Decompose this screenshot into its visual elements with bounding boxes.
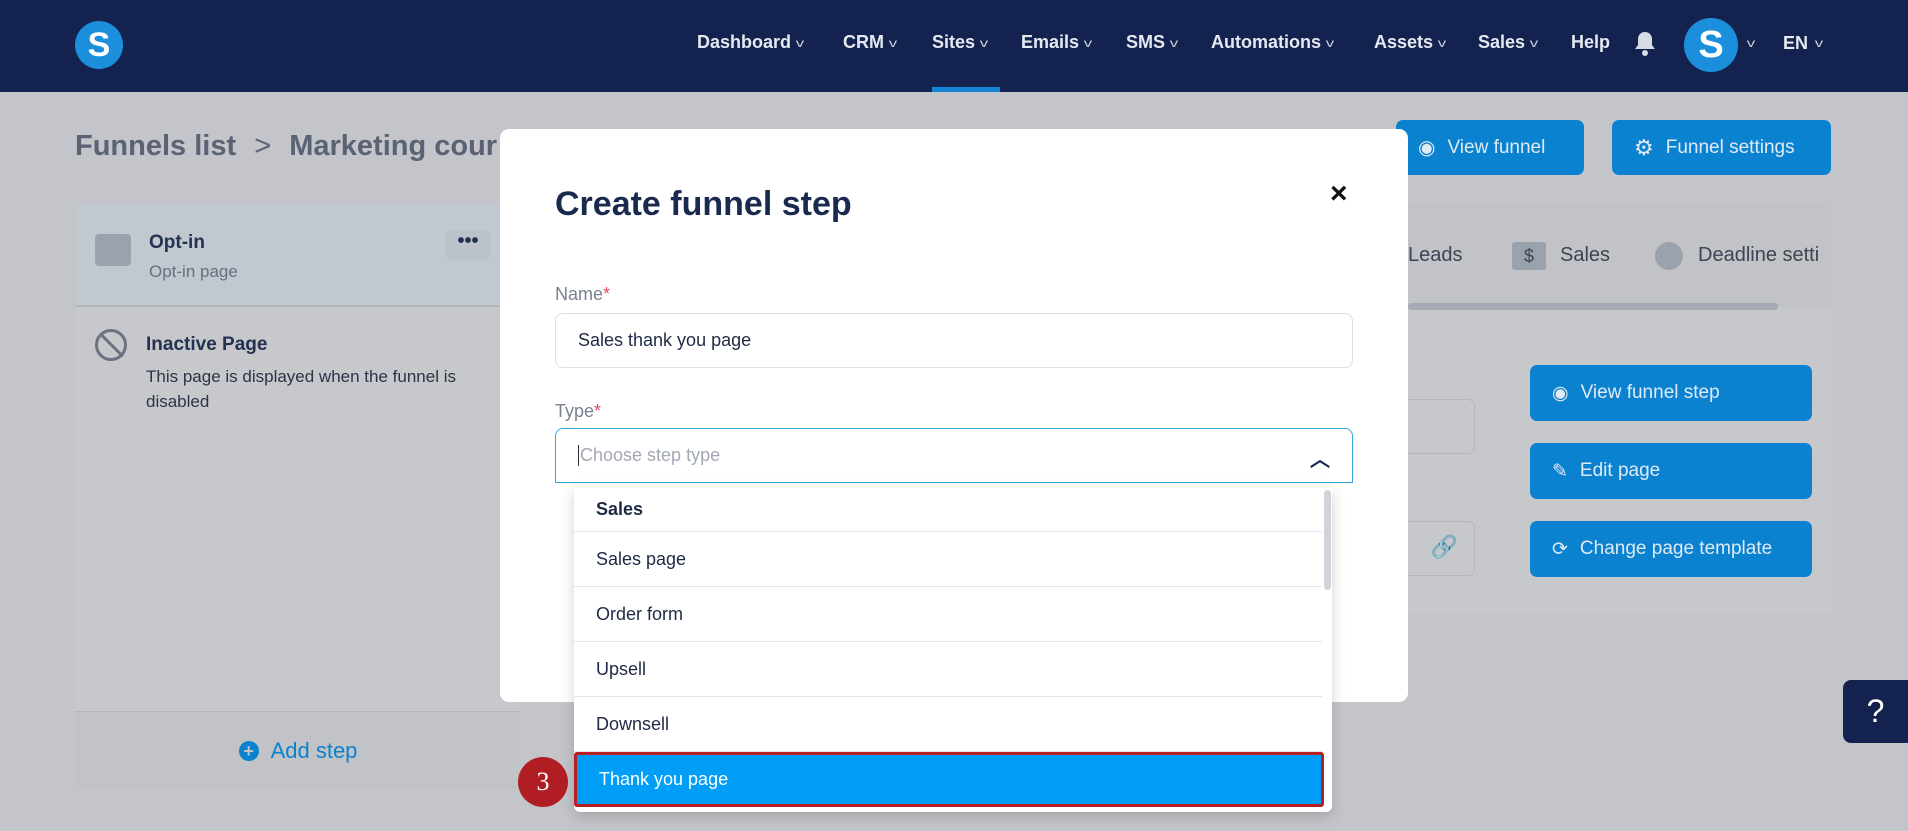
step-more-button[interactable]: ••• [445, 230, 491, 260]
dropdown-group-sales: Sales [574, 488, 1322, 532]
eye-icon: ◉ [1552, 382, 1569, 404]
dropdown-scrollbar[interactable] [1324, 490, 1331, 590]
inactive-icon [95, 329, 127, 361]
dollar-icon: $ [1512, 242, 1546, 270]
type-select[interactable]: Choose step type ︿ [555, 428, 1353, 483]
change-page-template-button[interactable]: ⟳ Change page template [1530, 521, 1812, 577]
tab-leads[interactable]: Leads [1408, 244, 1463, 267]
type-dropdown: Sales Sales page Order form Upsell Downs… [574, 488, 1332, 812]
modal-title: Create funnel step [555, 185, 852, 223]
inactive-page-title[interactable]: Inactive Page [146, 334, 267, 356]
eye-icon: ◉ [1418, 137, 1436, 159]
breadcrumb-separator: > [254, 130, 272, 162]
nav-label: Assets [1374, 32, 1434, 52]
top-navbar: S Dashboard v CRM v Sites v Emails v SMS v Automat… [0, 0, 1908, 92]
edit-page-button[interactable]: ✎ Edit page [1530, 443, 1812, 499]
chevron-down-icon: v [1529, 35, 1539, 50]
chevron-down-icon: v [1437, 35, 1447, 50]
name-input[interactable]: Sales thank you page [555, 313, 1353, 368]
language-selector[interactable]: EN [1783, 33, 1808, 54]
language-chevron-icon: v [1814, 36, 1824, 50]
tab-deadline-settings[interactable]: Deadline setti [1698, 244, 1819, 267]
funnel-settings-button[interactable]: ⚙ Funnel settings [1612, 120, 1831, 175]
nav-sales[interactable]: Sales v [1478, 32, 1539, 53]
chevron-down-icon: v [1083, 35, 1093, 50]
nav-label: CRM [843, 32, 884, 52]
plus-circle-icon: + [238, 740, 259, 761]
nav-dashboard[interactable]: Dashboard v [697, 32, 805, 53]
add-step-button[interactable]: + Add step [75, 711, 521, 789]
inactive-page-description: This page is displayed when the funnel i… [146, 367, 456, 411]
nav-assets[interactable]: Assets v [1374, 32, 1447, 53]
nav-sites[interactable]: Sites v [932, 32, 989, 53]
breadcrumb: Funnels list > Marketing cour [75, 130, 497, 163]
nav-label: Sales [1478, 32, 1526, 52]
active-nav-indicator [932, 87, 1000, 92]
nav-label: Automations [1211, 32, 1321, 52]
nav-label: Sites [932, 32, 976, 52]
nav-emails[interactable]: Emails v [1021, 32, 1093, 53]
option-order-form[interactable]: Order form [574, 587, 1322, 642]
nav-label: Help [1571, 32, 1611, 52]
step-subtitle: Opt-in page [149, 262, 238, 281]
nav-automations[interactable]: Automations v [1211, 32, 1335, 53]
chevron-down-icon: v [1169, 35, 1179, 50]
type-placeholder: Choose step type [578, 445, 721, 466]
annotation-badge: 3 [518, 757, 568, 807]
nav-sms[interactable]: SMS v [1126, 32, 1179, 53]
nav-help[interactable]: Help [1571, 32, 1610, 53]
avatar-chevron-icon[interactable]: v [1747, 36, 1755, 50]
close-icon[interactable]: × [1330, 177, 1348, 211]
name-label: Name* [555, 284, 611, 304]
option-upsell[interactable]: Upsell [574, 642, 1322, 697]
breadcrumb-current: Marketing cour [289, 130, 498, 162]
user-avatar[interactable]: S [1684, 18, 1738, 72]
nav-crm[interactable]: CRM v [843, 32, 898, 53]
edit-icon: ✎ [1552, 460, 1568, 482]
tabs-scrollbar[interactable] [1408, 303, 1778, 310]
view-funnel-button[interactable]: ◉ View funnel [1396, 120, 1584, 175]
chevron-down-icon: v [1325, 35, 1335, 50]
clock-icon [1655, 242, 1683, 270]
funnel-settings-label: Funnel settings [1665, 136, 1795, 158]
gear-icon: ⚙ [1634, 134, 1654, 160]
tabs-bar: Leads $ Sales Deadline setti [1408, 204, 1831, 310]
type-label: Type* [555, 401, 602, 421]
chevron-down-icon: v [795, 35, 805, 50]
view-funnel-label: View funnel [1447, 136, 1546, 158]
option-sales-page[interactable]: Sales page [574, 532, 1322, 587]
option-thank-you-page[interactable]: Thank you page [574, 752, 1324, 807]
edit-page-label: Edit page [1579, 460, 1661, 481]
view-funnel-step-label: View funnel step [1580, 382, 1720, 403]
tab-sales[interactable]: Sales [1560, 244, 1610, 267]
nav-label: Dashboard [697, 32, 792, 52]
refresh-icon: ⟳ [1552, 538, 1568, 560]
step-title: Opt-in [149, 232, 205, 253]
page-icon [95, 234, 131, 266]
step-item-opt-in[interactable]: Opt-in Opt-in page ••• [75, 204, 521, 307]
bell-icon[interactable] [1634, 30, 1656, 56]
chevron-down-icon: v [979, 35, 989, 50]
help-button[interactable]: ? [1843, 680, 1908, 743]
chevron-down-icon: v [888, 35, 898, 50]
add-step-label: Add step [270, 737, 358, 763]
nav-label: Emails [1021, 32, 1080, 52]
view-funnel-step-button[interactable]: ◉ View funnel step [1530, 365, 1812, 421]
chevron-up-icon[interactable]: ︿ [1310, 443, 1330, 472]
app-logo[interactable]: S [75, 21, 123, 69]
change-template-label: Change page template [1579, 538, 1773, 559]
nav-label: SMS [1126, 32, 1166, 52]
steps-panel: Opt-in Opt-in page ••• Inactive Page Thi… [75, 204, 521, 789]
option-downsell[interactable]: Downsell [574, 697, 1322, 752]
breadcrumb-funnels-list[interactable]: Funnels list [75, 130, 236, 162]
